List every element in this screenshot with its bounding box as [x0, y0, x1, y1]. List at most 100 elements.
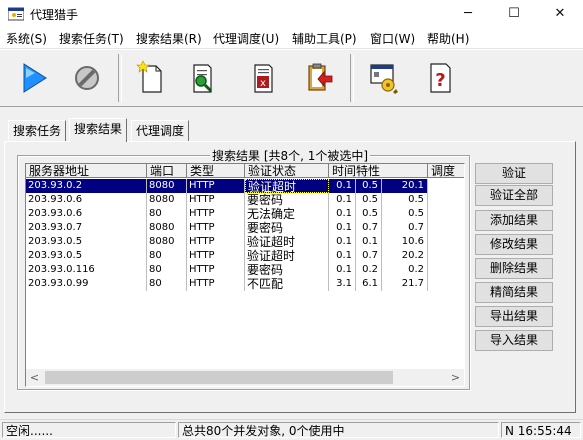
cell-port: 8080: [147, 179, 187, 193]
stop-button[interactable]: [67, 56, 107, 98]
results-group-title: 搜索结果 [共8个, 1个被选中]: [210, 147, 371, 164]
new-button[interactable]: [132, 56, 172, 98]
close-button[interactable]: ✕: [537, 0, 583, 28]
cell-time-2: 0.5: [356, 207, 382, 221]
menu-system[interactable]: 系统(S): [6, 30, 47, 47]
cell-port: 80: [147, 207, 187, 221]
add-result-button[interactable]: 添加结果: [475, 210, 553, 231]
cell-port: 8080: [147, 193, 187, 207]
cell-time-2: 0.5: [356, 193, 382, 207]
toolbar-separator: [350, 54, 354, 102]
tab-proxy-schedule[interactable]: 代理调度: [131, 120, 190, 141]
column-header-timing[interactable]: 时间特性: [329, 164, 428, 178]
menu-bar: 系统(S) 搜索任务(T) 搜索结果(R) 代理调度(U) 辅助工具(P) 窗口…: [0, 28, 583, 49]
table-row[interactable]: 203.93.0.6 80 HTTP 无法确定 0.1 0.5 0.5: [26, 207, 464, 221]
import-results-button[interactable]: 导入结果: [475, 330, 553, 351]
simplify-results-button[interactable]: 精简结果: [475, 282, 553, 303]
delete-result-button[interactable]: 删除结果: [475, 258, 553, 279]
cell-time-1: 0.1: [329, 179, 356, 193]
cell-address: 203.93.0.6: [26, 207, 147, 221]
column-header-address[interactable]: 服务器地址: [26, 164, 147, 178]
play-icon: [23, 63, 47, 93]
cell-type: HTTP: [187, 277, 245, 291]
cell-time-2: 0.7: [356, 249, 382, 263]
column-header-schedule[interactable]: 调度: [428, 164, 464, 178]
horizontal-scrollbar[interactable]: < >: [26, 369, 464, 386]
report-document-icon: x: [254, 64, 273, 93]
cell-time-3: 0.2: [382, 263, 428, 277]
table-row[interactable]: 203.93.0.5 80 HTTP 验证超时 0.1 0.7 20.2: [26, 249, 464, 263]
table-row-selected[interactable]: 203.93.0.2 8080 HTTP 验证超时 0.1 0.5 20.1: [26, 179, 464, 193]
toolbar: x ?: [0, 49, 583, 107]
table-row[interactable]: 203.93.0.5 8080 HTTP 验证超时 0.1 0.1 10.6: [26, 235, 464, 249]
menu-search-task[interactable]: 搜索任务(T): [59, 30, 124, 47]
table-row[interactable]: 203.93.0.7 8080 HTTP 要密码 0.1 0.7 0.7: [26, 221, 464, 235]
minimize-button[interactable]: ─: [445, 0, 491, 28]
cell-time-3: 10.6: [382, 235, 428, 249]
stop-icon: [75, 66, 99, 90]
svg-text:x: x: [260, 78, 266, 89]
cell-address: 203.93.0.99: [26, 277, 147, 291]
cell-port: 80: [147, 277, 187, 291]
app-icon: [8, 7, 24, 21]
scroll-thumb[interactable]: [45, 371, 393, 384]
cell-time-3: 0.5: [382, 207, 428, 221]
help-button[interactable]: ?: [420, 56, 460, 98]
cell-status: 验证超时: [245, 235, 329, 249]
cell-time-3: 20.1: [382, 179, 428, 193]
table-row[interactable]: 203.93.0.116 80 HTTP 要密码 0.1 0.2 0.2: [26, 263, 464, 277]
table-row[interactable]: 203.93.0.99 80 HTTP 不匹配 3.1 6.1 21.7: [26, 277, 464, 291]
column-header-port[interactable]: 端口: [147, 164, 187, 178]
tab-search-results[interactable]: 搜索结果: [69, 118, 128, 142]
cell-type: HTTP: [187, 179, 245, 193]
import-button[interactable]: [298, 56, 338, 98]
cell-address: 203.93.0.116: [26, 263, 147, 277]
verify-button[interactable]: 验证: [475, 163, 553, 184]
cell-time-1: 3.1: [329, 277, 356, 291]
search-document-icon: [193, 64, 213, 93]
cell-port: 8080: [147, 235, 187, 249]
edit-result-button[interactable]: 修改结果: [475, 234, 553, 255]
cell-time-2: 0.5: [356, 179, 382, 193]
column-header-type[interactable]: 类型: [187, 164, 245, 178]
cell-status: 要密码: [245, 221, 329, 235]
maximize-button[interactable]: ☐: [491, 0, 537, 28]
cell-time-1: 0.1: [329, 249, 356, 263]
cell-status: 无法确定: [245, 207, 329, 221]
cell-status: 验证超时: [245, 179, 329, 193]
table-row[interactable]: 203.93.0.6 8080 HTTP 要密码 0.1 0.5 0.5: [26, 193, 464, 207]
report-button[interactable]: x: [243, 56, 283, 98]
verify-all-button[interactable]: 验证全部: [475, 185, 553, 206]
cell-time-1: 0.1: [329, 221, 356, 235]
start-button[interactable]: [13, 56, 53, 98]
cell-type: HTTP: [187, 263, 245, 277]
scroll-right-arrow[interactable]: >: [447, 369, 464, 386]
menu-proxy-schedule[interactable]: 代理调度(U): [213, 30, 279, 47]
cell-time-2: 0.7: [356, 221, 382, 235]
title-bar: 代理猎手 ─ ☐ ✕: [0, 0, 583, 28]
status-idle: 空闲......: [2, 422, 176, 438]
cell-port: 8080: [147, 221, 187, 235]
cell-port: 80: [147, 249, 187, 263]
tab-search-task[interactable]: 搜索任务: [8, 120, 67, 141]
column-header-status[interactable]: 验证状态: [245, 164, 329, 178]
cell-type: HTTP: [187, 193, 245, 207]
cell-type: HTTP: [187, 235, 245, 249]
cell-time-2: 0.1: [356, 235, 382, 249]
cell-time-1: 0.1: [329, 193, 356, 207]
menu-search-results[interactable]: 搜索结果(R): [136, 30, 202, 47]
cell-time-3: 21.7: [382, 277, 428, 291]
menu-window[interactable]: 窗口(W): [370, 30, 415, 47]
list-header: 服务器地址 端口 类型 验证状态 时间特性 调度: [26, 164, 464, 179]
cell-time-1: 0.1: [329, 263, 356, 277]
cell-address: 203.93.0.7: [26, 221, 147, 235]
menu-help[interactable]: 帮助(H): [427, 30, 469, 47]
settings-button[interactable]: [363, 56, 403, 98]
search-document-button[interactable]: [182, 56, 222, 98]
status-bar: 空闲...... 总共80个并发对象, 0个使用中 N 16:55:44: [0, 419, 583, 440]
results-list[interactable]: 服务器地址 端口 类型 验证状态 时间特性 调度 203.93.0.2 8080 H…: [25, 163, 465, 387]
svg-text:?: ?: [435, 70, 445, 91]
export-results-button[interactable]: 导出结果: [475, 306, 553, 327]
menu-tools[interactable]: 辅助工具(P): [292, 30, 357, 47]
scroll-left-arrow[interactable]: <: [26, 369, 43, 386]
